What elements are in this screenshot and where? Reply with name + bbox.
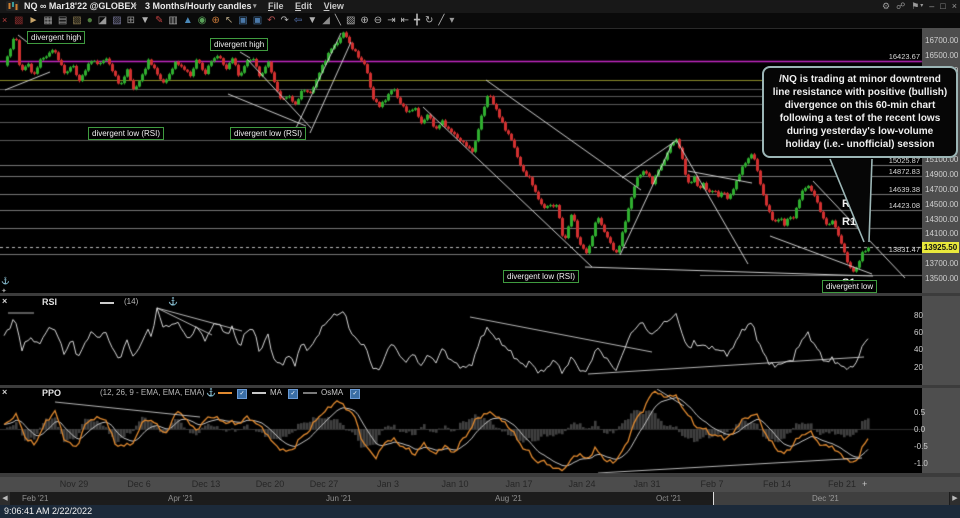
axis-plus-icon[interactable]: + [862, 479, 867, 489]
tool-marker-icon[interactable]: ✦ [1, 287, 7, 295]
price-tick: 16500.00 [925, 50, 959, 60]
status-bar: 9:06:41 AM 2/22/2022 [0, 505, 960, 518]
date-label: Jan 31 [633, 479, 661, 489]
timeline-label: Jun '21 [326, 494, 352, 503]
price-tick: 16700.00 [925, 35, 959, 45]
price-tick: 14500.00 [925, 199, 959, 209]
date-label: Dec 27 [309, 479, 339, 489]
price-tick: 14300.00 [925, 214, 959, 224]
rsi-tick: 40 [914, 345, 923, 355]
price-tick: 14900.00 [925, 169, 959, 179]
timeline-thumb[interactable] [713, 492, 949, 505]
price-tick: 13700.00 [925, 259, 959, 269]
rsi-tick: 20 [914, 362, 923, 372]
ppo-tick: 0.0 [914, 424, 926, 434]
timeline-right-arrow[interactable]: ▶ [950, 492, 960, 505]
rsi-title[interactable]: RSI [42, 297, 57, 307]
price-tick: 13500.00 [925, 274, 959, 284]
divergent-low-label[interactable]: divergent low [822, 280, 878, 293]
date-label: Nov 29 [59, 479, 89, 489]
price-tick: 14100.00 [925, 229, 959, 239]
ppo-tick: 0.5 [914, 407, 926, 417]
ppo-ma-checkbox[interactable]: ✓ [288, 389, 298, 399]
note-callout-tail [829, 158, 873, 243]
date-label: Jan 17 [505, 479, 533, 489]
last-price-badge: 13925.50 [922, 242, 959, 253]
date-label: Jan 3 [376, 479, 400, 489]
ppo-osma-label: OsMA [321, 388, 344, 397]
date-label: Feb 21 [827, 479, 857, 489]
divergent-low-rsi-label[interactable]: divergent low (RSI) [88, 127, 165, 140]
divergent-high-label[interactable]: divergent high [27, 31, 86, 44]
date-label: Dec 20 [255, 479, 285, 489]
divergent-low-rsi-label[interactable]: divergent low (RSI) [230, 127, 307, 140]
price-tick: 14700.00 [925, 184, 959, 194]
rsi-anchor-icon[interactable]: ⚓ [168, 297, 178, 306]
date-label: Dec 6 [127, 479, 151, 489]
ppo-line-sample [218, 392, 232, 394]
rsi-params[interactable]: (14) [124, 297, 138, 306]
rsi-tick: 60 [914, 327, 923, 337]
rsi-tick: 80 [914, 310, 923, 320]
ppo-params[interactable]: (12, 26, 9 - EMA, EMA, EMA) [100, 388, 204, 397]
ppo-tick: -1.0 [914, 458, 928, 468]
date-label: Dec 13 [191, 479, 221, 489]
ppo-tick: -0.5 [914, 441, 928, 451]
ppo-close-icon[interactable]: × [2, 387, 10, 397]
timeline-label: Aug '21 [495, 494, 522, 503]
timeline-label: Apr '21 [168, 494, 194, 503]
date-label: Jan 10 [441, 479, 469, 489]
ppo-osma-line-sample [303, 392, 317, 394]
ppo-ma-line-sample [252, 392, 266, 394]
timeline-left-arrow[interactable]: ◀ [0, 492, 10, 505]
ppo-title[interactable]: PPO [42, 388, 61, 398]
rsi-close-icon[interactable]: × [2, 296, 10, 306]
date-label: Feb 7 [700, 479, 724, 489]
ppo-anchor-icon[interactable]: ⚓ [206, 388, 216, 397]
ppo-ma-label: MA [270, 388, 282, 397]
ppo-checkbox[interactable]: ✓ [237, 389, 247, 399]
timeline-label: Oct '21 [656, 494, 682, 503]
note-callout[interactable]: /NQ is trading at minor downtrend line r… [762, 66, 958, 158]
divergent-high-label[interactable]: divergent high [210, 38, 269, 51]
date-axis[interactable]: + Nov 29 Dec 6 Dec 13 Dec 20 Dec 27 Jan 3 Jan … [0, 477, 960, 492]
date-label: Jan 24 [568, 479, 596, 489]
level-price-label: 16423.67 [888, 51, 920, 61]
chart-window: NQ ∞ Mar18'22 @GLOBEX ▾ 3 Months/Hourly … [0, 0, 960, 518]
rsi-line-sample [100, 302, 114, 304]
scale-anchor-icon[interactable]: ⚓ [1, 277, 10, 285]
timeline-scrollbar[interactable]: ◀ ▶ Feb '21 Apr '21 Jun '21 Aug '21 Oct '21 D… [0, 492, 960, 505]
timeline-label: Feb '21 [22, 494, 49, 503]
ppo-osma-checkbox[interactable]: ✓ [350, 389, 360, 399]
date-label: Feb 14 [762, 479, 792, 489]
status-clock: 9:06:41 AM 2/22/2022 [4, 506, 93, 516]
divergent-low-rsi-label[interactable]: divergent low (RSI) [503, 270, 580, 283]
